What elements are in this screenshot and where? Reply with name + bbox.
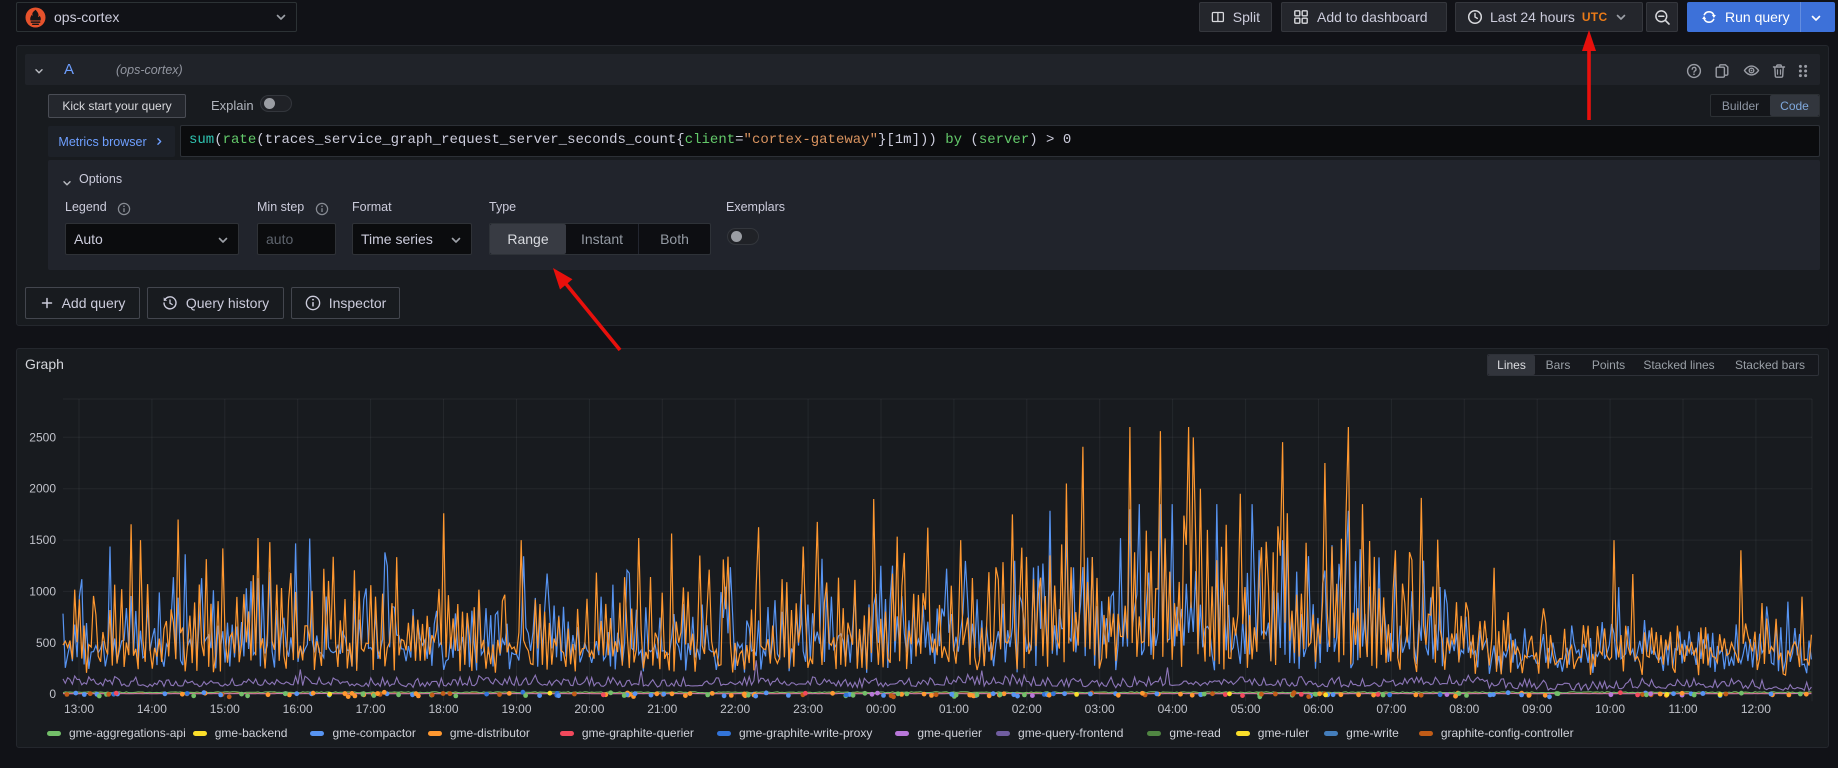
svg-text:1000: 1000 [29,584,56,598]
svg-text:20:00: 20:00 [574,702,604,716]
svg-text:03:00: 03:00 [1085,702,1115,716]
svg-text:16:00: 16:00 [283,702,313,716]
svg-text:08:00: 08:00 [1449,702,1479,716]
svg-text:09:00: 09:00 [1522,702,1552,716]
svg-text:19:00: 19:00 [501,702,531,716]
svg-text:11:00: 11:00 [1668,702,1697,716]
svg-text:18:00: 18:00 [428,702,458,716]
svg-text:21:00: 21:00 [647,702,677,716]
svg-text:02:00: 02:00 [1012,702,1042,716]
svg-text:13:00: 13:00 [64,702,94,716]
svg-text:1500: 1500 [29,533,56,547]
svg-text:2500: 2500 [29,430,56,444]
svg-text:12:00: 12:00 [1741,702,1771,716]
svg-text:14:00: 14:00 [137,702,167,716]
svg-text:10:00: 10:00 [1595,702,1625,716]
svg-text:05:00: 05:00 [1231,702,1261,716]
svg-text:2000: 2000 [29,482,56,496]
svg-text:04:00: 04:00 [1158,702,1188,716]
svg-text:500: 500 [36,636,56,650]
svg-text:22:00: 22:00 [720,702,750,716]
svg-text:15:00: 15:00 [210,702,240,716]
svg-text:00:00: 00:00 [866,702,896,716]
svg-text:23:00: 23:00 [793,702,823,716]
svg-text:07:00: 07:00 [1376,702,1406,716]
svg-text:17:00: 17:00 [356,702,386,716]
svg-text:06:00: 06:00 [1303,702,1333,716]
svg-text:01:00: 01:00 [939,702,969,716]
svg-text:0: 0 [49,687,56,701]
